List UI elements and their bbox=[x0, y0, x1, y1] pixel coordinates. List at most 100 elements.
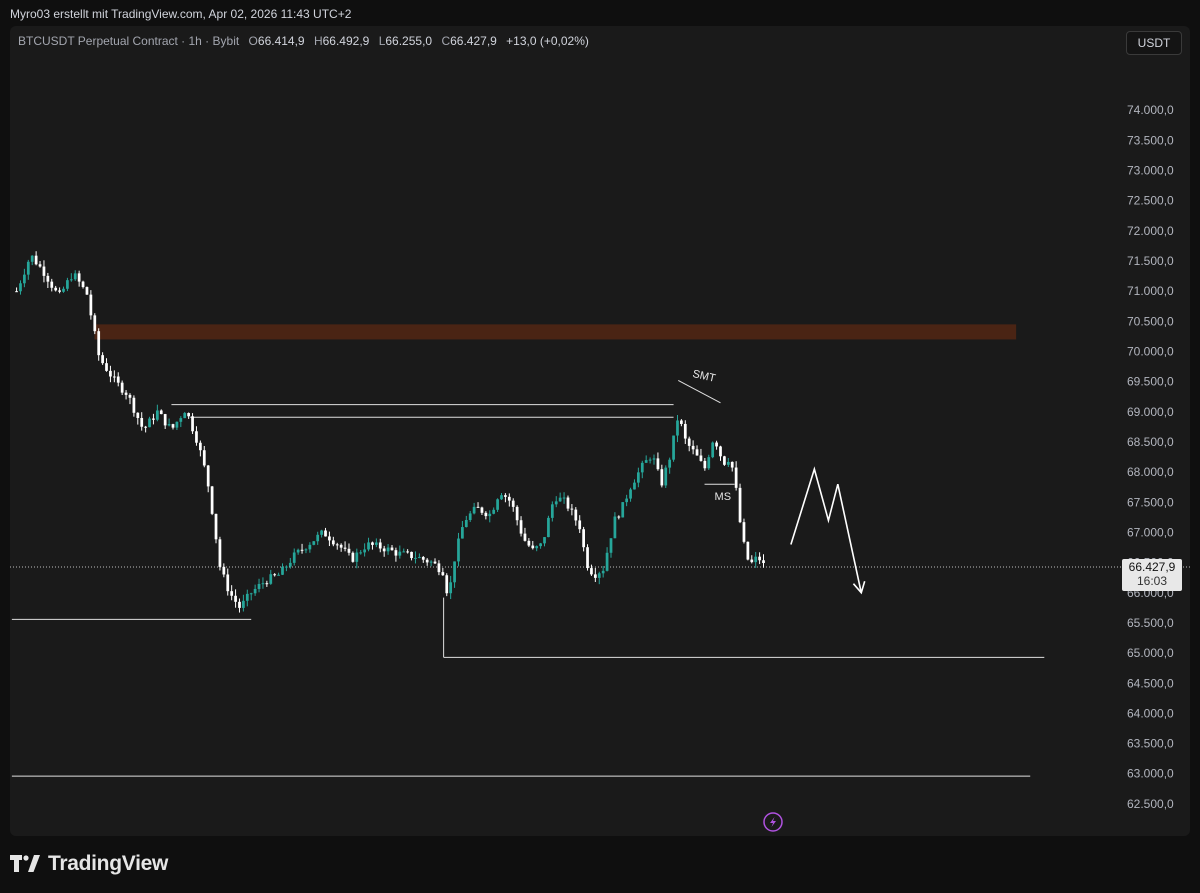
y-tick-label: 64.500,0 bbox=[1127, 676, 1174, 690]
candle-body bbox=[109, 370, 112, 377]
candle-body bbox=[245, 593, 249, 601]
candle-body bbox=[230, 591, 234, 596]
candle-body bbox=[312, 541, 316, 545]
candle-body bbox=[253, 588, 257, 594]
y-tick-label: 73.000,0 bbox=[1127, 164, 1174, 178]
candle-body bbox=[547, 517, 550, 538]
candle-body bbox=[695, 449, 699, 456]
candle-body bbox=[421, 557, 425, 560]
candle-body bbox=[171, 424, 175, 428]
attribution-text: Myro03 erstellt mit TradingView.com, Apr… bbox=[10, 7, 352, 21]
candle-body bbox=[97, 331, 101, 356]
candle-body bbox=[558, 497, 562, 502]
candle-body bbox=[73, 273, 77, 280]
candle-body bbox=[640, 462, 644, 473]
y-tick-label: 62.500,0 bbox=[1127, 797, 1174, 811]
candle-body bbox=[550, 504, 554, 518]
y-tick-label: 71.000,0 bbox=[1127, 284, 1174, 298]
candle-body bbox=[140, 417, 144, 427]
y-tick-label: 72.000,0 bbox=[1127, 224, 1174, 238]
candle-body bbox=[120, 382, 124, 393]
candle-body bbox=[54, 287, 58, 291]
candle-body bbox=[394, 550, 398, 556]
candle-body bbox=[249, 593, 253, 595]
candle-body bbox=[683, 423, 687, 439]
candle-body bbox=[730, 461, 734, 468]
candle-body bbox=[183, 413, 187, 419]
candle-body bbox=[660, 469, 664, 486]
candle-body bbox=[355, 552, 359, 562]
candle-body bbox=[429, 561, 433, 563]
candle-body bbox=[742, 522, 746, 542]
candle-body bbox=[152, 418, 155, 420]
candle-body bbox=[461, 527, 464, 539]
y-tick-label: 73.500,0 bbox=[1127, 133, 1174, 147]
open-key: O bbox=[248, 34, 258, 48]
candle-body bbox=[449, 582, 453, 594]
candle-body bbox=[562, 497, 566, 499]
close-value: 66.427,9 bbox=[450, 34, 497, 48]
price-chart[interactable]: 62.500,0 63.000,0 63.500,0 64.000,0 64.500,0… bbox=[10, 52, 1190, 836]
candle-body bbox=[531, 545, 535, 549]
candle-body bbox=[609, 538, 613, 553]
brand-name: TradingView bbox=[48, 852, 169, 875]
candle-body bbox=[402, 551, 406, 553]
candle-body bbox=[746, 541, 750, 560]
y-tick-label: 68.000,0 bbox=[1127, 465, 1174, 479]
high-key: H bbox=[313, 34, 323, 48]
candle-body bbox=[468, 513, 472, 520]
candle-body bbox=[175, 421, 179, 428]
chart-panel[interactable]: BTCUSDT Perpetual Contract · 1h · Bybit … bbox=[10, 26, 1190, 836]
candle-body bbox=[210, 486, 214, 514]
candle-body bbox=[726, 461, 730, 465]
candle-body bbox=[191, 416, 194, 432]
candle-body bbox=[605, 552, 609, 571]
candle-body bbox=[523, 533, 527, 541]
candle-body bbox=[167, 424, 171, 426]
candle-body bbox=[148, 418, 151, 428]
countdown-label: 16:03 bbox=[1137, 574, 1167, 588]
candle-body bbox=[535, 546, 539, 549]
candle-body bbox=[500, 495, 503, 500]
candle-body bbox=[453, 561, 456, 583]
candle-body bbox=[511, 500, 515, 507]
symbol-title[interactable]: BTCUSDT Perpetual Contract · 1h · Bybit bbox=[18, 34, 239, 48]
candle-body bbox=[38, 264, 42, 267]
candle-body bbox=[488, 513, 492, 517]
candle-body bbox=[93, 315, 97, 332]
candle-body bbox=[625, 498, 629, 503]
candle-body bbox=[437, 563, 441, 573]
candle-body bbox=[155, 410, 159, 420]
candle-body bbox=[758, 556, 761, 561]
candle-body bbox=[19, 283, 22, 292]
candle-body bbox=[277, 574, 280, 576]
candle-body bbox=[81, 281, 85, 288]
candle-body bbox=[633, 482, 636, 490]
candle-body bbox=[144, 426, 147, 428]
tradingview-logo-icon bbox=[10, 855, 40, 872]
candle-body bbox=[515, 506, 519, 521]
candle-body bbox=[648, 459, 652, 461]
open-value: 66.414,9 bbox=[257, 34, 305, 48]
candle-body bbox=[343, 547, 347, 549]
candle-body bbox=[163, 414, 167, 426]
y-tick-label: 72.500,0 bbox=[1127, 194, 1174, 208]
tradingview-logo[interactable]: TradingView bbox=[10, 852, 168, 876]
candle-body bbox=[58, 290, 61, 292]
candle-body bbox=[476, 506, 480, 508]
candle-body bbox=[680, 420, 683, 424]
candle-body bbox=[492, 509, 496, 514]
candle-body bbox=[112, 376, 116, 378]
candle-body bbox=[570, 508, 574, 510]
candle-body bbox=[324, 530, 327, 537]
candle-body bbox=[367, 542, 370, 550]
candle-body bbox=[507, 496, 511, 501]
candle-body bbox=[292, 552, 296, 563]
candle-body bbox=[179, 418, 183, 422]
candle-body bbox=[214, 513, 218, 540]
alert-lightning-icon[interactable] bbox=[763, 812, 783, 832]
candle-body bbox=[586, 547, 589, 569]
smt-label: SMT bbox=[691, 368, 717, 385]
candle-body bbox=[410, 551, 413, 559]
high-value: 66.492,9 bbox=[322, 34, 370, 48]
